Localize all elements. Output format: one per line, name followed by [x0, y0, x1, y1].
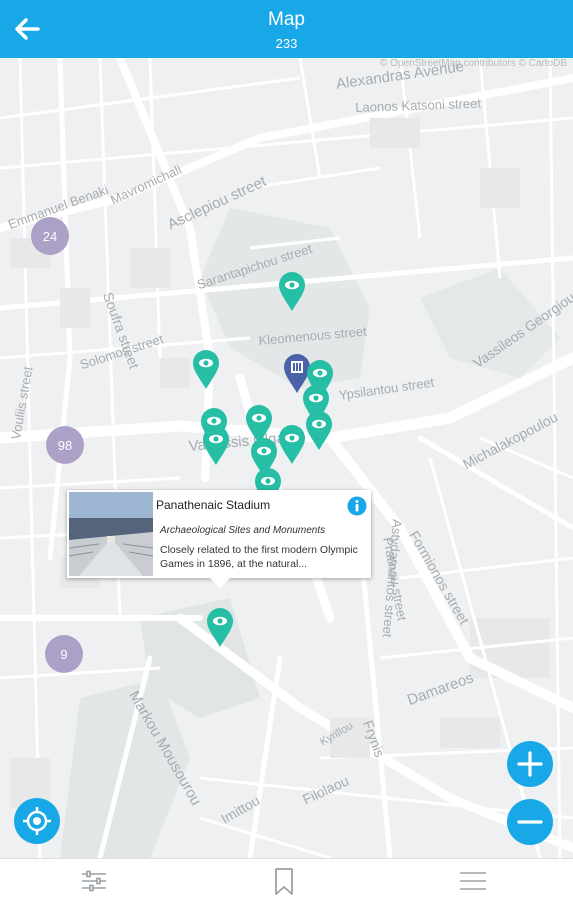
sight-pin-icon[interactable] [206, 608, 234, 648]
sight-pin-icon[interactable] [202, 426, 230, 466]
place-thumbnail [69, 492, 153, 576]
place-description: Closely related to the first modern Olym… [160, 544, 358, 570]
locate-button[interactable] [14, 798, 60, 844]
sight-pin-icon[interactable] [278, 272, 306, 312]
result-count: 233 [275, 36, 298, 51]
marker-cluster[interactable]: 9 [45, 635, 83, 673]
popup-tail [208, 576, 232, 588]
marker-cluster[interactable]: 24 [31, 217, 69, 255]
info-icon[interactable] [347, 496, 367, 516]
place-title: Panathenaic Stadium [156, 498, 271, 512]
plus-icon [517, 751, 543, 777]
map-view[interactable]: © OpenStreetMap contributors © CartoDB A… [0, 58, 573, 858]
minus-icon [517, 820, 543, 824]
place-popup[interactable]: Panathenaic Stadium Archaeological Sites… [67, 490, 371, 588]
crosshair-icon [23, 807, 51, 835]
app-bar: Map 233 [0, 0, 573, 58]
menu-icon[interactable] [458, 867, 488, 895]
place-category: Archaeological Sites and Monuments [160, 525, 326, 536]
sliders-icon[interactable] [79, 867, 109, 895]
zoom-in-button[interactable] [507, 741, 553, 787]
sight-pin-icon[interactable] [192, 350, 220, 390]
marker-cluster[interactable]: 98 [46, 426, 84, 464]
sight-pin-icon[interactable] [278, 425, 306, 465]
bottom-toolbar [0, 858, 573, 901]
zoom-out-button[interactable] [507, 799, 553, 845]
page-title: Map [268, 9, 305, 30]
bookmark-icon[interactable] [269, 867, 299, 895]
sight-pin-icon[interactable] [305, 411, 333, 451]
